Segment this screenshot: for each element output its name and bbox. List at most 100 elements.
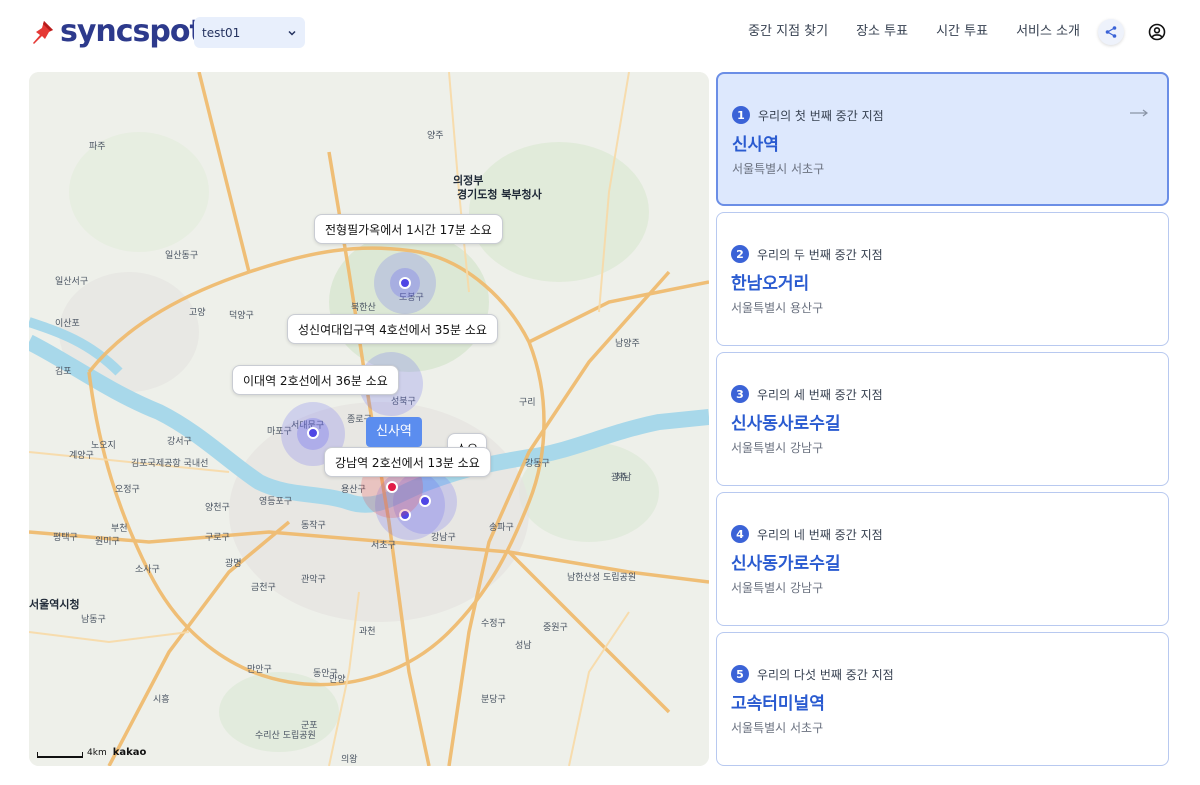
card-number: 2	[731, 245, 749, 263]
card-address: 서울특별시 강남구	[731, 581, 824, 595]
map-label: 의왕	[341, 755, 358, 765]
midpoint-card-1[interactable]: 1 우리의 첫 번째 중간 지점 신사역 서울특별시 서초구	[716, 72, 1169, 206]
map-label: 동작구	[301, 521, 326, 531]
card-subtitle: 우리의 네 번째 중간 지점	[757, 527, 883, 542]
map-label: 경기도청 북부청사	[457, 188, 542, 201]
user-icon	[1148, 23, 1166, 41]
midpoint-card-4[interactable]: 4 우리의 네 번째 중간 지점 신사동가로수길 서울특별시 강남구	[716, 492, 1169, 626]
card-number: 1	[732, 106, 750, 124]
map-label: 서초구	[371, 541, 396, 551]
map-label: 구로구	[205, 533, 230, 543]
scale-text: 4km	[87, 748, 107, 758]
travel-callout: 성신여대입구역 4호선에서 35분 소요	[287, 314, 498, 344]
map-label: 북한산	[351, 303, 376, 313]
card-address: 서울특별시 용산구	[731, 301, 824, 315]
card-header: 1 우리의 첫 번째 중간 지점	[732, 106, 884, 124]
map-label: 양주	[427, 131, 444, 141]
card-header: 4 우리의 네 번째 중간 지점	[731, 525, 883, 543]
group-select-value: test01	[202, 25, 241, 40]
map-label: 이산포	[55, 319, 80, 329]
map-label: 고양	[189, 308, 206, 318]
map-label: 시흥	[153, 695, 170, 705]
map-label: 성남	[515, 641, 532, 651]
map-label: 강서구	[167, 437, 192, 447]
card-title: 신사동사로수길	[731, 414, 841, 434]
map-label: 파주	[89, 142, 106, 152]
card-number: 3	[731, 385, 749, 403]
card-number: 5	[731, 665, 749, 683]
origin-marker[interactable]	[307, 427, 319, 439]
map-label: 관악구	[301, 575, 326, 585]
card-header: 3 우리의 세 번째 중간 지점	[731, 385, 883, 403]
map-label: 양천구	[205, 503, 230, 513]
map-label: 김포국제공항 국내선	[131, 459, 209, 469]
map-scale: 4km kakao	[37, 747, 146, 758]
map-label: 서울역시청	[29, 598, 80, 611]
card-title: 한남오거리	[731, 274, 810, 294]
midpoint-card-3[interactable]: 3 우리의 세 번째 중간 지점 신사동사로수길 서울특별시 강남구	[716, 352, 1169, 486]
map-label: 영등포구	[259, 497, 293, 507]
card-subtitle: 우리의 첫 번째 중간 지점	[758, 108, 884, 123]
arrow-right-icon[interactable]	[1129, 108, 1149, 118]
map-label: 강동구	[525, 459, 550, 469]
map-label: 김포	[55, 367, 72, 377]
nav-service-intro[interactable]: 서비스 소개	[1016, 18, 1080, 46]
map-label: 남한산성 도립공원	[567, 573, 637, 583]
midpoint-list: 1 우리의 첫 번째 중간 지점 신사역 서울특별시 서초구 2 우리의 두 번…	[716, 72, 1169, 772]
map-label: 일산동구	[165, 251, 199, 261]
app-header: syncspot test01 중간 지점 찾기 장소 투표 시간 투표 서비스…	[0, 0, 1200, 66]
card-address: 서울특별시 서초구	[731, 721, 824, 735]
map-view[interactable]: 의정부 경기도청 북부청사 양주 파주 고양 김포 구리 남양주 하남 성남 과…	[29, 72, 709, 766]
map-label: 원미구	[95, 537, 120, 547]
map-attribution: kakao	[112, 747, 147, 758]
midpoint-card-5[interactable]: 5 우리의 다섯 번째 중간 지점 고속터미널역 서울특별시 서초구	[716, 632, 1169, 766]
midpoint-marker[interactable]	[386, 481, 398, 493]
map-label: 수리산 도립공원	[255, 731, 316, 741]
origin-marker[interactable]	[399, 277, 411, 289]
share-icon	[1105, 26, 1117, 38]
logo-text: syncspot	[60, 14, 204, 49]
card-subtitle: 우리의 다섯 번째 중간 지점	[757, 667, 894, 682]
card-title: 신사동가로수길	[731, 554, 841, 574]
map-label: 만안구	[247, 665, 272, 675]
main-nav: 중간 지점 찾기 장소 투표 시간 투표 서비스 소개	[748, 18, 1170, 46]
travel-callout: 전형필가옥에서 1시간 17분 소요	[314, 214, 503, 244]
card-header: 2 우리의 두 번째 중간 지점	[731, 245, 883, 263]
map-label: 구리	[519, 398, 536, 408]
card-address: 서울특별시 서초구	[732, 162, 825, 176]
midpoint-tag[interactable]: 신사역	[366, 417, 422, 447]
map-label: 부천	[111, 524, 128, 534]
card-header: 5 우리의 다섯 번째 중간 지점	[731, 665, 894, 683]
map-label: 소사구	[135, 565, 160, 575]
map-label: 평택구	[53, 533, 78, 543]
card-subtitle: 우리의 두 번째 중간 지점	[757, 247, 883, 262]
travel-callout: 이대역 2호선에서 36분 소요	[232, 365, 399, 395]
user-button[interactable]	[1144, 19, 1170, 45]
map-label: 분당구	[481, 695, 506, 705]
map-label: 남양주	[615, 339, 640, 349]
card-title: 신사역	[732, 135, 779, 155]
map-label: 광주	[611, 473, 628, 483]
travel-callout: 강남역 2호선에서 13분 소요	[324, 447, 491, 477]
logo[interactable]: syncspot	[28, 14, 204, 49]
map-label: 중원구	[543, 623, 568, 633]
midpoint-card-2[interactable]: 2 우리의 두 번째 중간 지점 한남오거리 서울특별시 용산구	[716, 212, 1169, 346]
map-label: 덕양구	[229, 311, 254, 321]
map-label: 과천	[359, 627, 376, 637]
card-number: 4	[731, 525, 749, 543]
map-label: 송파구	[489, 523, 514, 533]
map-label: 수정구	[481, 619, 506, 629]
map-label: 금천구	[251, 583, 276, 593]
nav-time-vote[interactable]: 시간 투표	[936, 18, 988, 46]
nav-find-midpoint[interactable]: 중간 지점 찾기	[748, 18, 828, 46]
chevron-down-icon	[288, 30, 296, 36]
map-label: 노오지	[91, 441, 116, 451]
scale-bar	[37, 752, 83, 758]
share-button[interactable]	[1098, 19, 1124, 45]
group-select[interactable]: test01	[194, 17, 305, 48]
map-label: 남동구	[81, 615, 106, 625]
map-label: 광명	[225, 559, 242, 569]
nav-place-vote[interactable]: 장소 투표	[856, 18, 908, 46]
card-title: 고속터미널역	[731, 694, 825, 714]
map-label: 일산서구	[55, 277, 89, 287]
